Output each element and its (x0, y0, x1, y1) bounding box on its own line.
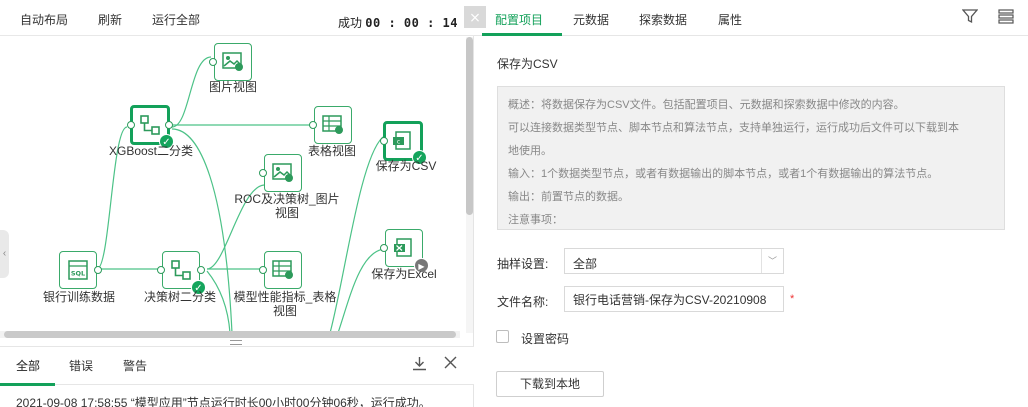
log-entry: 2021-09-08 17:58:55 “模型应用”节点运行时长00小时00分钟… (16, 396, 431, 407)
metrics-label-line1: 模型性能指标_表格 (233, 290, 337, 304)
close-icon[interactable] (444, 356, 457, 373)
image-icon (222, 52, 243, 71)
menu-icon[interactable] (998, 8, 1014, 29)
sampling-value: 全部 (573, 257, 598, 271)
canvas-vertical-scrollbar[interactable] (466, 37, 473, 333)
scroll-thumb[interactable] (4, 331, 456, 338)
canvas-horizontal-scrollbar[interactable] (0, 331, 460, 338)
node-label-save-csv: 保存为CSV (375, 159, 437, 173)
node-image-view[interactable] (209, 43, 252, 81)
workflow-canvas[interactable]: 图片视图 ✓ XGBoost二分类 表格视图 c ✓ 保存为CSV ROC及决策… (0, 37, 466, 333)
properties-panel: 配置项目 元数据 探索数据 属性 保存为CSV 概述：将数据保存为CSV文件。包… (474, 0, 1028, 407)
filename-input[interactable] (564, 286, 784, 312)
output-port[interactable] (197, 266, 205, 274)
download-icon[interactable] (412, 356, 427, 375)
input-port[interactable] (309, 121, 317, 129)
description-line: 输出：前置节点的数据。 (508, 191, 629, 203)
log-tab-warnings[interactable]: 警告 (123, 357, 147, 374)
chevron-down-icon[interactable]: ﹀ (761, 249, 783, 273)
roc-label-line1: ROC及决策树_图片 (234, 192, 340, 206)
classifier-icon (140, 115, 160, 135)
properties-tabs: 配置项目 元数据 探索数据 属性 (474, 0, 1028, 36)
table-icon (322, 115, 343, 134)
tab-config[interactable]: 配置项目 (495, 11, 543, 28)
node-table-view[interactable] (309, 106, 352, 144)
scroll-thumb[interactable] (466, 37, 473, 215)
active-tab-indicator (482, 33, 562, 36)
status-label: 成功 (337, 16, 362, 30)
password-checkbox-label[interactable]: 设置密码 (521, 330, 569, 347)
node-decision-tree[interactable]: ✓ (157, 251, 206, 295)
node-bank-training-data[interactable]: SQL (59, 251, 102, 289)
refresh-button[interactable]: 刷新 (98, 11, 122, 28)
input-port[interactable] (259, 266, 267, 274)
node-xgboost[interactable]: ✓ (127, 105, 174, 149)
svg-text:SQL: SQL (71, 270, 85, 278)
download-local-button[interactable]: 下载到本地 (496, 371, 604, 397)
description-line: 可以连接数据类型节点、脚本节点和算法节点，支持单独运行，运行成功后文件可以下载到… (508, 122, 959, 134)
description-line: 注意事项： (508, 214, 563, 226)
workflow-panel: 自动布局 刷新 运行全部 成功 00 : 00 : 14 图片视图 ✓ XGBo… (0, 0, 474, 407)
input-port[interactable] (209, 58, 217, 66)
input-port[interactable] (380, 244, 388, 252)
output-port[interactable] (165, 121, 173, 129)
node-roc-image-view[interactable] (259, 154, 302, 192)
filter-icon[interactable] (961, 8, 979, 29)
tab-metadata[interactable]: 元数据 (573, 11, 609, 28)
sidebar-toggle-chevron-left-icon[interactable]: ‹ (0, 230, 9, 278)
classifier-icon (171, 260, 191, 280)
log-tab-errors[interactable]: 错误 (69, 357, 93, 374)
log-tab-all[interactable]: 全部 (16, 357, 40, 374)
input-port[interactable] (157, 266, 165, 274)
roc-label-line2: 视图 (274, 206, 299, 220)
output-port[interactable] (94, 266, 102, 274)
tab-explore-data[interactable]: 探索数据 (639, 11, 687, 28)
node-save-csv[interactable]: c ✓ (380, 121, 427, 165)
description-line: 输入：1个数据类型节点，或者有数据输出的脚本节点，或者1个有数据输出的算法节点。 (508, 168, 939, 180)
image-icon (272, 163, 293, 182)
sampling-select[interactable]: 全部 ﹀ (564, 248, 784, 274)
input-port[interactable] (259, 169, 267, 177)
section-title: 保存为CSV (497, 57, 558, 71)
active-tab-indicator (0, 383, 55, 386)
node-label-metrics-table-view: 模型性能指标_表格 视图 (228, 290, 342, 318)
filename-label: 文件名称: (497, 295, 549, 309)
panel-resize-handle[interactable] (230, 340, 242, 345)
svg-text:c: c (397, 139, 400, 146)
node-label-bank-training-data: 银行训练数据 (42, 290, 115, 304)
node-label-decision-tree: 决策树二分类 (143, 290, 216, 304)
required-mark: * (790, 293, 795, 305)
auto-layout-button[interactable]: 自动布局 (20, 11, 68, 28)
tab-attributes[interactable]: 属性 (718, 11, 742, 28)
node-metrics-table-view[interactable] (259, 251, 302, 289)
log-tabs: 全部 错误 警告 (0, 346, 474, 386)
description-line: 概述：将数据保存为CSV文件。包括配置项目、元数据和探索数据中修改的内容。 (508, 99, 905, 111)
excel-file-icon (394, 238, 412, 257)
node-label-roc-image-view: ROC及决策树_图片 视图 (230, 192, 344, 220)
metrics-label-line2: 视图 (272, 304, 297, 318)
input-port[interactable] (127, 121, 135, 129)
run-all-button[interactable]: 运行全部 (152, 11, 200, 28)
password-checkbox[interactable] (496, 330, 509, 343)
node-label-image-view: 图片视图 (208, 80, 257, 94)
description-line: 地使用。 (508, 145, 552, 157)
run-status: 成功 00 : 00 : 14 (338, 14, 458, 31)
node-label-save-excel: 保存为Excel (371, 267, 437, 281)
elapsed-time: 00 : 00 : 14 (365, 16, 458, 30)
csv-file-icon: c (393, 131, 411, 150)
description-box: 概述：将数据保存为CSV文件。包括配置项目、元数据和探索数据中修改的内容。 可以… (497, 86, 1005, 230)
sql-data-icon: SQL (68, 260, 88, 280)
sampling-label: 抽样设置: (497, 257, 549, 271)
canvas-toolbar: 自动布局 刷新 运行全部 成功 00 : 00 : 14 (0, 0, 474, 36)
node-save-excel[interactable]: ▶ (380, 229, 429, 273)
table-icon (272, 260, 293, 279)
node-label-table-view: 表格视图 (307, 144, 356, 158)
node-label-xgboost: XGBoost二分类 (108, 144, 194, 158)
input-port[interactable] (380, 137, 388, 145)
